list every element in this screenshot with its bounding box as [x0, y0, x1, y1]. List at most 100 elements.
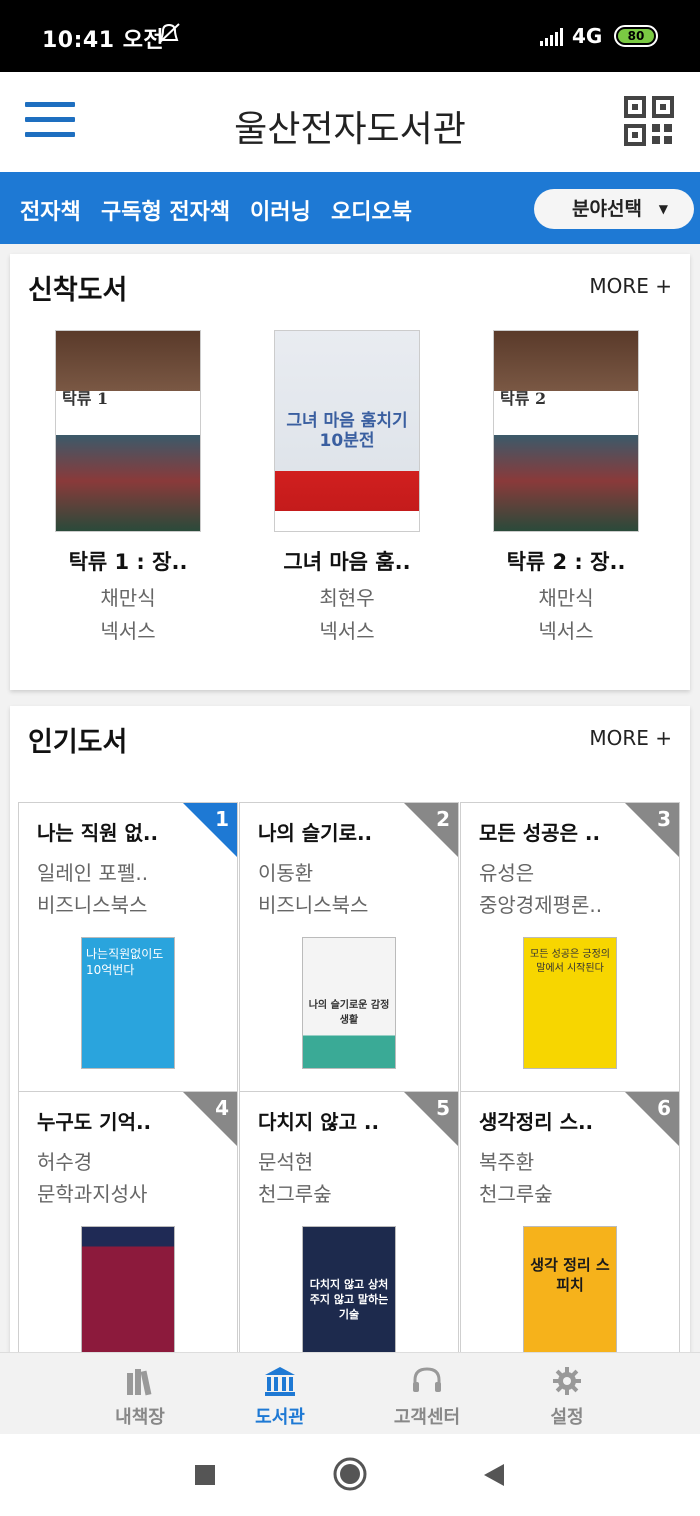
book-author: 채만식: [100, 586, 156, 610]
book-author: 유성은: [479, 861, 535, 885]
popular-book-item[interactable]: 모든 성공은 .. 유성은 중앙경제평론.. 3 모든 성공은 긍정의 말에서 …: [460, 802, 680, 1092]
home-icon[interactable]: [332, 1456, 368, 1492]
mute-icon: [156, 22, 182, 52]
book-author: 허수경: [37, 1150, 93, 1174]
network-type: 4G: [572, 24, 603, 48]
book-title: 탁류 2 : 장..: [506, 550, 626, 574]
rank-number: 1: [215, 807, 229, 831]
cover-text: 나는직원없이도 10억번다: [86, 947, 164, 977]
book-publisher: 넥서스: [538, 619, 594, 643]
new-books-section: 신착도서 MORE + 탁류 1 탁류 1 : 장.. 채만식 넥서스 그녀 마…: [10, 254, 690, 690]
qr-code-icon[interactable]: [624, 96, 674, 146]
popular-books-section: 인기도서 MORE + 나는 직원 없.. 일레인 포펠.. 비즈니스북스 1 …: [10, 706, 690, 1356]
cover-text: 생각 정리 스피치: [530, 1256, 610, 1294]
book-title: 모든 성공은 ..: [479, 821, 601, 845]
popular-books-more-link[interactable]: MORE +: [589, 726, 672, 750]
book-publisher: 비즈니스북스: [258, 893, 369, 917]
nav-settings[interactable]: 설정: [512, 1365, 622, 1429]
cover-text: 다치지 않고 상처주지 않고 말하는 기술: [309, 1278, 389, 1321]
book-author: 일레인 포펠..: [37, 861, 149, 885]
nav-label: 도서관: [255, 1407, 305, 1428]
book-publisher: 문학과지성사: [37, 1182, 148, 1206]
rank-number: 5: [436, 1096, 450, 1120]
app-title: 울산전자도서관: [234, 109, 466, 150]
book-author: 이동환: [258, 861, 314, 885]
nav-library[interactable]: 도서관: [225, 1365, 335, 1429]
book-cover[interactable]: 탁류 2: [493, 330, 639, 532]
book-publisher: 천그루숲: [258, 1182, 332, 1206]
tab-elearning[interactable]: 이러닝: [250, 194, 311, 226]
book-title: 나의 슬기로..: [258, 821, 373, 845]
book-title: 탁류 1 : 장..: [68, 550, 188, 574]
book-publisher: 넥서스: [319, 619, 375, 643]
category-tabs: 전자책 구독형 전자책 이러닝 오디오북 분야선택 ▼: [0, 172, 700, 244]
book-author: 채만식: [538, 586, 594, 610]
bookshelf-icon: [127, 1369, 152, 1396]
cover-text: 나의 슬기로운 감정생활: [308, 1000, 390, 1026]
rank-number: 3: [657, 807, 671, 831]
new-books-more-link[interactable]: MORE +: [589, 274, 672, 298]
book-title: 그녀 마음 훔..: [283, 550, 411, 574]
cover-text: 모든 성공은 긍정의 말에서 시작된다: [530, 949, 610, 974]
caret-down-icon: ▼: [658, 202, 668, 216]
book-publisher: 중앙경제평론..: [479, 893, 603, 917]
cover-text: 그녀 마음 훔치기 10분전: [286, 411, 408, 451]
book-author: 최현우: [319, 586, 375, 610]
nav-label: 고객센터: [393, 1407, 461, 1428]
rank-number: 2: [436, 807, 450, 831]
field-select-dropdown[interactable]: 분야선택 ▼: [534, 189, 694, 229]
tab-subscription-ebook[interactable]: 구독형 전자책: [101, 194, 230, 226]
popular-book-item[interactable]: 나의 슬기로.. 이동환 비즈니스북스 2 나의 슬기로운 감정생활: [239, 802, 459, 1092]
book-cover[interactable]: 다치지 않고 상처주지 않고 말하는 기술: [302, 1226, 396, 1356]
popular-books-title: 인기도서: [28, 727, 128, 758]
status-time: 10:41 오전: [42, 28, 165, 53]
rank-number: 6: [657, 1096, 671, 1120]
system-nav-bar: [0, 1434, 700, 1516]
headset-icon: [413, 1367, 441, 1392]
nav-label: 내책장: [115, 1407, 165, 1428]
book-author: 문석현: [258, 1150, 314, 1174]
book-cover[interactable]: 나의 슬기로운 감정생활: [302, 937, 396, 1069]
book-cover[interactable]: 모든 성공은 긍정의 말에서 시작된다: [523, 937, 617, 1069]
tab-ebook[interactable]: 전자책: [20, 194, 81, 226]
status-bar: 10:41 오전 4G 80: [0, 0, 700, 72]
book-title: 생각정리 스..: [479, 1110, 594, 1134]
cover-text: 탁류 2: [500, 389, 547, 408]
battery-icon: 80: [614, 25, 658, 47]
nav-customer-center[interactable]: 고객센터: [372, 1365, 482, 1429]
book-title: 누구도 기억..: [37, 1110, 152, 1134]
book-title: 다치지 않고 ..: [258, 1110, 380, 1134]
popular-book-item[interactable]: 생각정리 스.. 복주환 천그루숲 6 생각 정리 스피치: [460, 1091, 680, 1356]
book-cover[interactable]: 생각 정리 스피치: [523, 1226, 617, 1356]
app-bar: 울산전자도서관: [0, 72, 700, 172]
new-book-item[interactable]: 탁류 2 탁류 2 : 장.. 채만식 넥서스: [466, 330, 666, 644]
library-icon: [265, 1367, 295, 1396]
new-book-item[interactable]: 탁류 1 탁류 1 : 장.. 채만식 넥서스: [28, 330, 228, 644]
book-cover[interactable]: 탁류 1: [55, 330, 201, 532]
field-select-label: 분야선택: [572, 198, 642, 220]
book-cover[interactable]: [81, 1226, 175, 1356]
rank-number: 4: [215, 1096, 229, 1120]
back-icon[interactable]: [482, 1462, 506, 1488]
book-publisher: 비즈니스북스: [37, 893, 148, 917]
recent-apps-icon[interactable]: [194, 1464, 216, 1486]
cover-text: 탁류 1: [62, 389, 109, 408]
popular-book-item[interactable]: 나는 직원 없.. 일레인 포펠.. 비즈니스북스 1 나는직원없이도 10억번…: [18, 802, 238, 1092]
nav-label: 설정: [550, 1407, 584, 1428]
tab-audiobook[interactable]: 오디오북: [331, 194, 412, 226]
book-cover[interactable]: 나는직원없이도 10억번다: [81, 937, 175, 1069]
book-cover[interactable]: 그녀 마음 훔치기 10분전: [274, 330, 420, 532]
popular-book-item[interactable]: 누구도 기억.. 허수경 문학과지성사 4: [18, 1091, 238, 1356]
gear-icon: [553, 1367, 581, 1395]
book-publisher: 천그루숲: [479, 1182, 553, 1206]
book-publisher: 넥서스: [100, 619, 156, 643]
book-title: 나는 직원 없..: [37, 821, 159, 845]
book-author: 복주환: [479, 1150, 535, 1174]
new-book-item[interactable]: 그녀 마음 훔치기 10분전 그녀 마음 훔.. 최현우 넥서스: [247, 330, 447, 644]
nav-my-bookshelf[interactable]: 내책장: [85, 1365, 195, 1429]
bottom-nav: 내책장 도서관 고객센터 설정: [0, 1352, 700, 1434]
battery-level: 80: [618, 29, 654, 43]
signal-icon: [540, 28, 563, 46]
new-books-title: 신착도서: [28, 275, 128, 306]
popular-book-item[interactable]: 다치지 않고 .. 문석현 천그루숲 5 다치지 않고 상처주지 않고 말하는 …: [239, 1091, 459, 1356]
